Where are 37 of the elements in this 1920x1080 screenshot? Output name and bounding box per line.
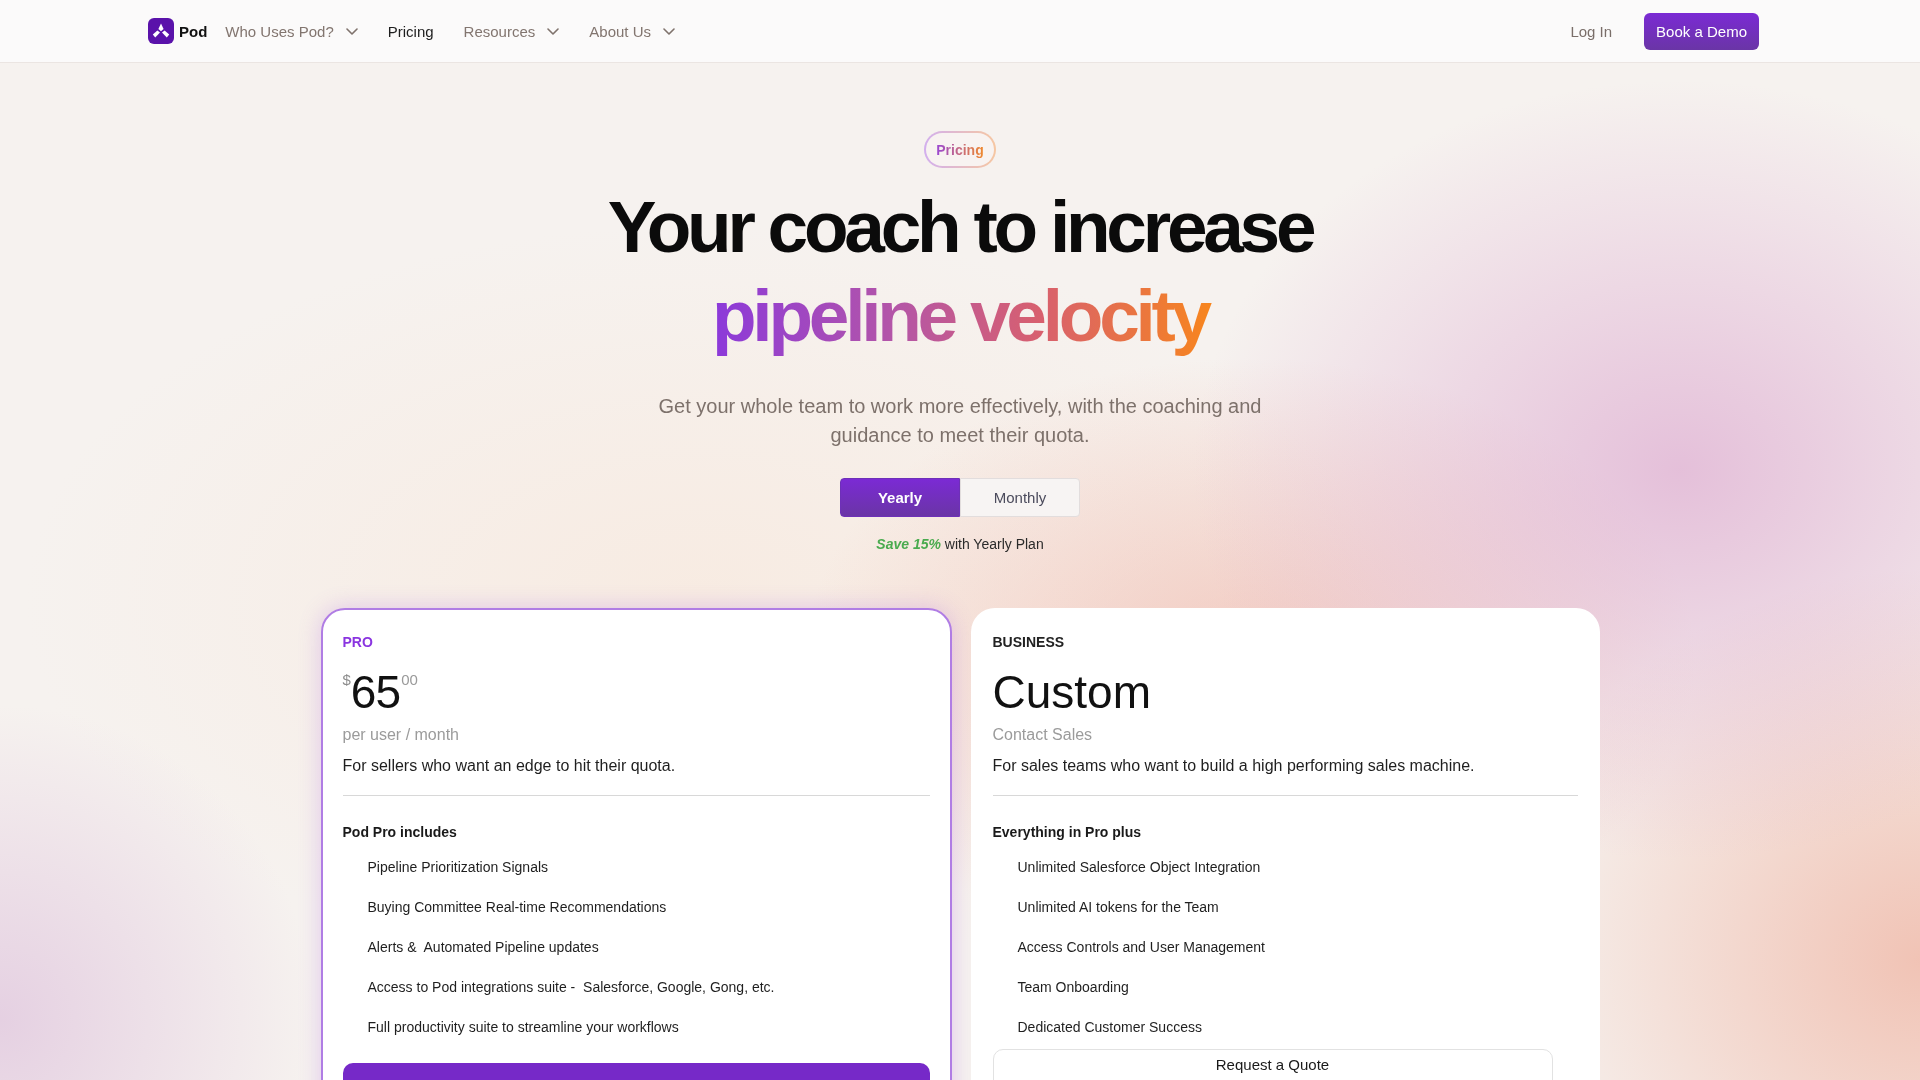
feature-item: Pipeline Prioritization Signals [367, 858, 549, 877]
logo-icon[interactable] [148, 18, 174, 44]
nav-link[interactable]: Who Uses Pod? [225, 22, 358, 40]
feature-item: Alerts & Automated Pipeline updates [367, 938, 599, 957]
features-heading: Everything in Pro plus [992, 823, 1142, 842]
price-amount: 65 [350, 667, 401, 717]
price-note: Contact Sales [992, 725, 1093, 745]
plan-name: BUSINESS [992, 633, 1065, 651]
savings-note: Save 15% with Yearly Plan [876, 535, 1044, 554]
billing-period-tab[interactable]: Monthly [960, 478, 1080, 517]
plan-description: For sales teams who want to build a high performing sales machine. [992, 756, 1475, 776]
feature-item: Team Onboarding [1017, 978, 1129, 997]
feature-item: Unlimited Salesforce Object Integration [1017, 858, 1261, 877]
plan-description: For sellers who want an edge to hit their quota. [342, 756, 676, 776]
hero-subtitle: Get your whole team to work more effectively, with the coaching and guidance to meet their quota. [657, 394, 1263, 448]
price-cents: 00 [401, 671, 418, 689]
plan-name: PRO [342, 633, 373, 651]
request-quote-button[interactable]: Request a Quote [992, 1049, 1553, 1080]
feature-item: Buying Committee Real-time Recommendations [367, 898, 667, 917]
nav-link[interactable]: About Us [589, 22, 675, 40]
pricing-badge: Pricing [924, 131, 996, 168]
book-demo-button[interactable]: Book a Demo [1644, 12, 1759, 50]
nav-link[interactable]: Resources [463, 22, 560, 40]
price-currency: $ [342, 671, 351, 688]
price-amount: Custom [992, 667, 1151, 717]
headline: Your coach to increase [606, 185, 1314, 269]
brand-name[interactable]: Pod [179, 22, 208, 40]
login-link[interactable]: Log In [1570, 22, 1613, 40]
feature-item: Access to Pod integrations suite - Salesforce, Google, Gong, etc. [367, 978, 775, 997]
feature-item: Full productivity suite to streamline your workflows [367, 1018, 679, 1037]
billing-period-tab[interactable]: Yearly [840, 478, 960, 517]
feature-item: Dedicated Customer Success [1017, 1018, 1202, 1037]
feature-item: Unlimited AI tokens for the Team [1017, 898, 1219, 917]
features-heading: Pod Pro includes [342, 823, 457, 842]
price-note: per user / month [342, 725, 459, 745]
nav-link[interactable]: Pricing [387, 22, 434, 40]
feature-item: Access Controls and User Management [1017, 938, 1265, 957]
